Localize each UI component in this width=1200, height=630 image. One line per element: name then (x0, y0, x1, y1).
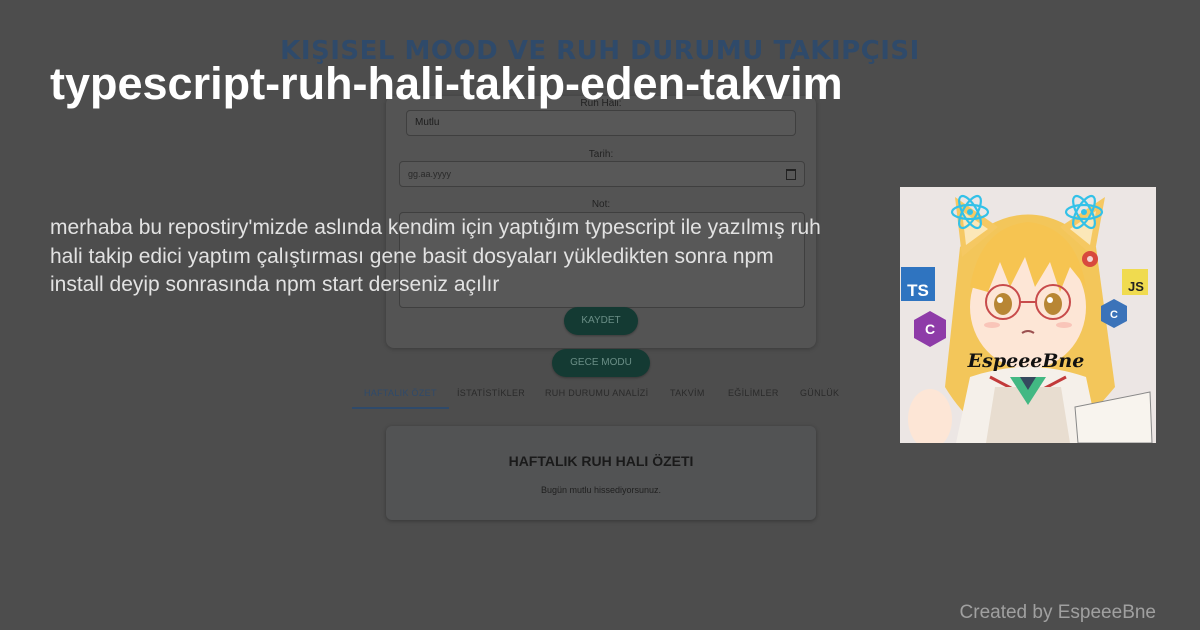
tab-weekly-summary[interactable]: HAFTALIK ÖZET (352, 383, 449, 409)
svg-text:C: C (925, 321, 935, 337)
night-mode-button[interactable]: GECE MODU (552, 349, 650, 377)
repo-title[interactable]: typescript-ruh-hali-takip-eden-takvim (50, 58, 843, 110)
svg-text:C: C (1110, 309, 1118, 321)
tab-mood-analysis[interactable]: RUH DURUMU ANALİZİ (545, 383, 648, 409)
ts-badge-label: TS (907, 281, 929, 300)
flower-icon (1082, 251, 1098, 267)
avatar: TS JS C C EspeeeBne (900, 187, 1156, 443)
typescript-icon: TS (901, 267, 935, 301)
date-label: Tarih: (588, 149, 614, 160)
javascript-icon: JS (1122, 269, 1148, 295)
mood-select[interactable]: Mutlu (406, 110, 796, 136)
save-button[interactable]: KAYDET (564, 307, 638, 335)
tab-calendar[interactable]: TAKVİM (670, 383, 705, 409)
avatar-illustration: TS JS C C EspeeeBne (900, 187, 1156, 443)
weekly-summary-card: HAFTALIK RUH HALI ÖZETI Bugün mutlu hiss… (386, 426, 816, 520)
tab-journal[interactable]: GÜNLÜK (800, 383, 839, 409)
date-placeholder: gg.aa.yyyy (408, 169, 452, 179)
tab-trends[interactable]: EĞİLİMLER (728, 383, 779, 409)
avatar-signature: EspeeeBne (967, 350, 1085, 372)
date-input[interactable]: gg.aa.yyyy (399, 161, 805, 187)
repo-description: merhaba bu repostiry'mizde aslında kendi… (50, 216, 821, 296)
tab-statistics[interactable]: İSTATİSTİKLER (457, 383, 525, 409)
summary-text: Bugün mutlu hissediyorsunuz. (540, 485, 662, 495)
summary-title: HAFTALIK RUH HALI ÖZETI (508, 453, 694, 469)
calendar-icon[interactable] (786, 169, 796, 180)
js-badge-label: JS (1128, 279, 1144, 294)
credit-text: Created by EspeeeBne (959, 602, 1156, 623)
note-label: Not: (591, 199, 611, 210)
